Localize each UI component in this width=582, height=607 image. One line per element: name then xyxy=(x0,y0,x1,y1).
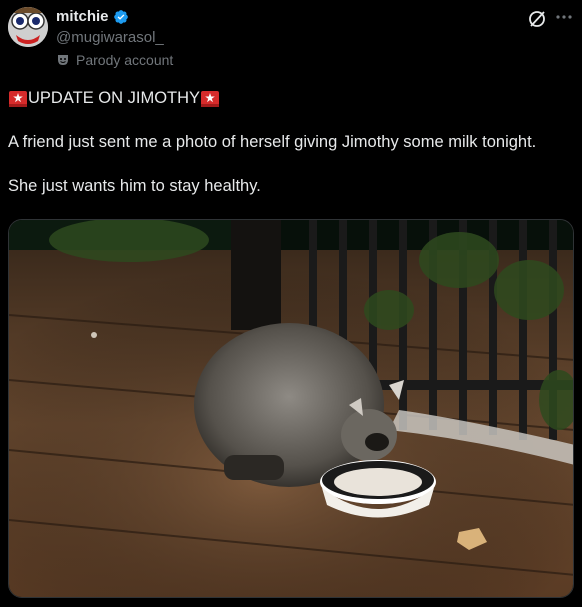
tweet-paragraph-2: She just wants him to stay healthy. xyxy=(8,177,261,195)
author-display-name[interactable]: mitchie xyxy=(56,8,109,25)
tweet-paragraph-1: A friend just sent me a photo of herself… xyxy=(8,133,537,151)
avatar[interactable] xyxy=(8,7,48,47)
verified-badge-icon xyxy=(113,9,129,25)
author-handle[interactable]: @mugiwarasol_ xyxy=(56,29,164,46)
more-icon[interactable] xyxy=(553,6,575,28)
police-siren-emoji xyxy=(8,88,28,108)
tweet-photo[interactable] xyxy=(8,219,574,598)
theater-mask-icon xyxy=(56,53,70,67)
parody-label-text: Parody account xyxy=(76,52,174,68)
tweet-text: UPDATE ON JIMOTHY A friend just sent me … xyxy=(8,88,574,196)
parody-label: Parody account xyxy=(56,52,173,68)
police-siren-emoji xyxy=(200,88,220,108)
tweet-headline: UPDATE ON JIMOTHY xyxy=(28,89,201,107)
grok-icon[interactable] xyxy=(527,9,547,29)
